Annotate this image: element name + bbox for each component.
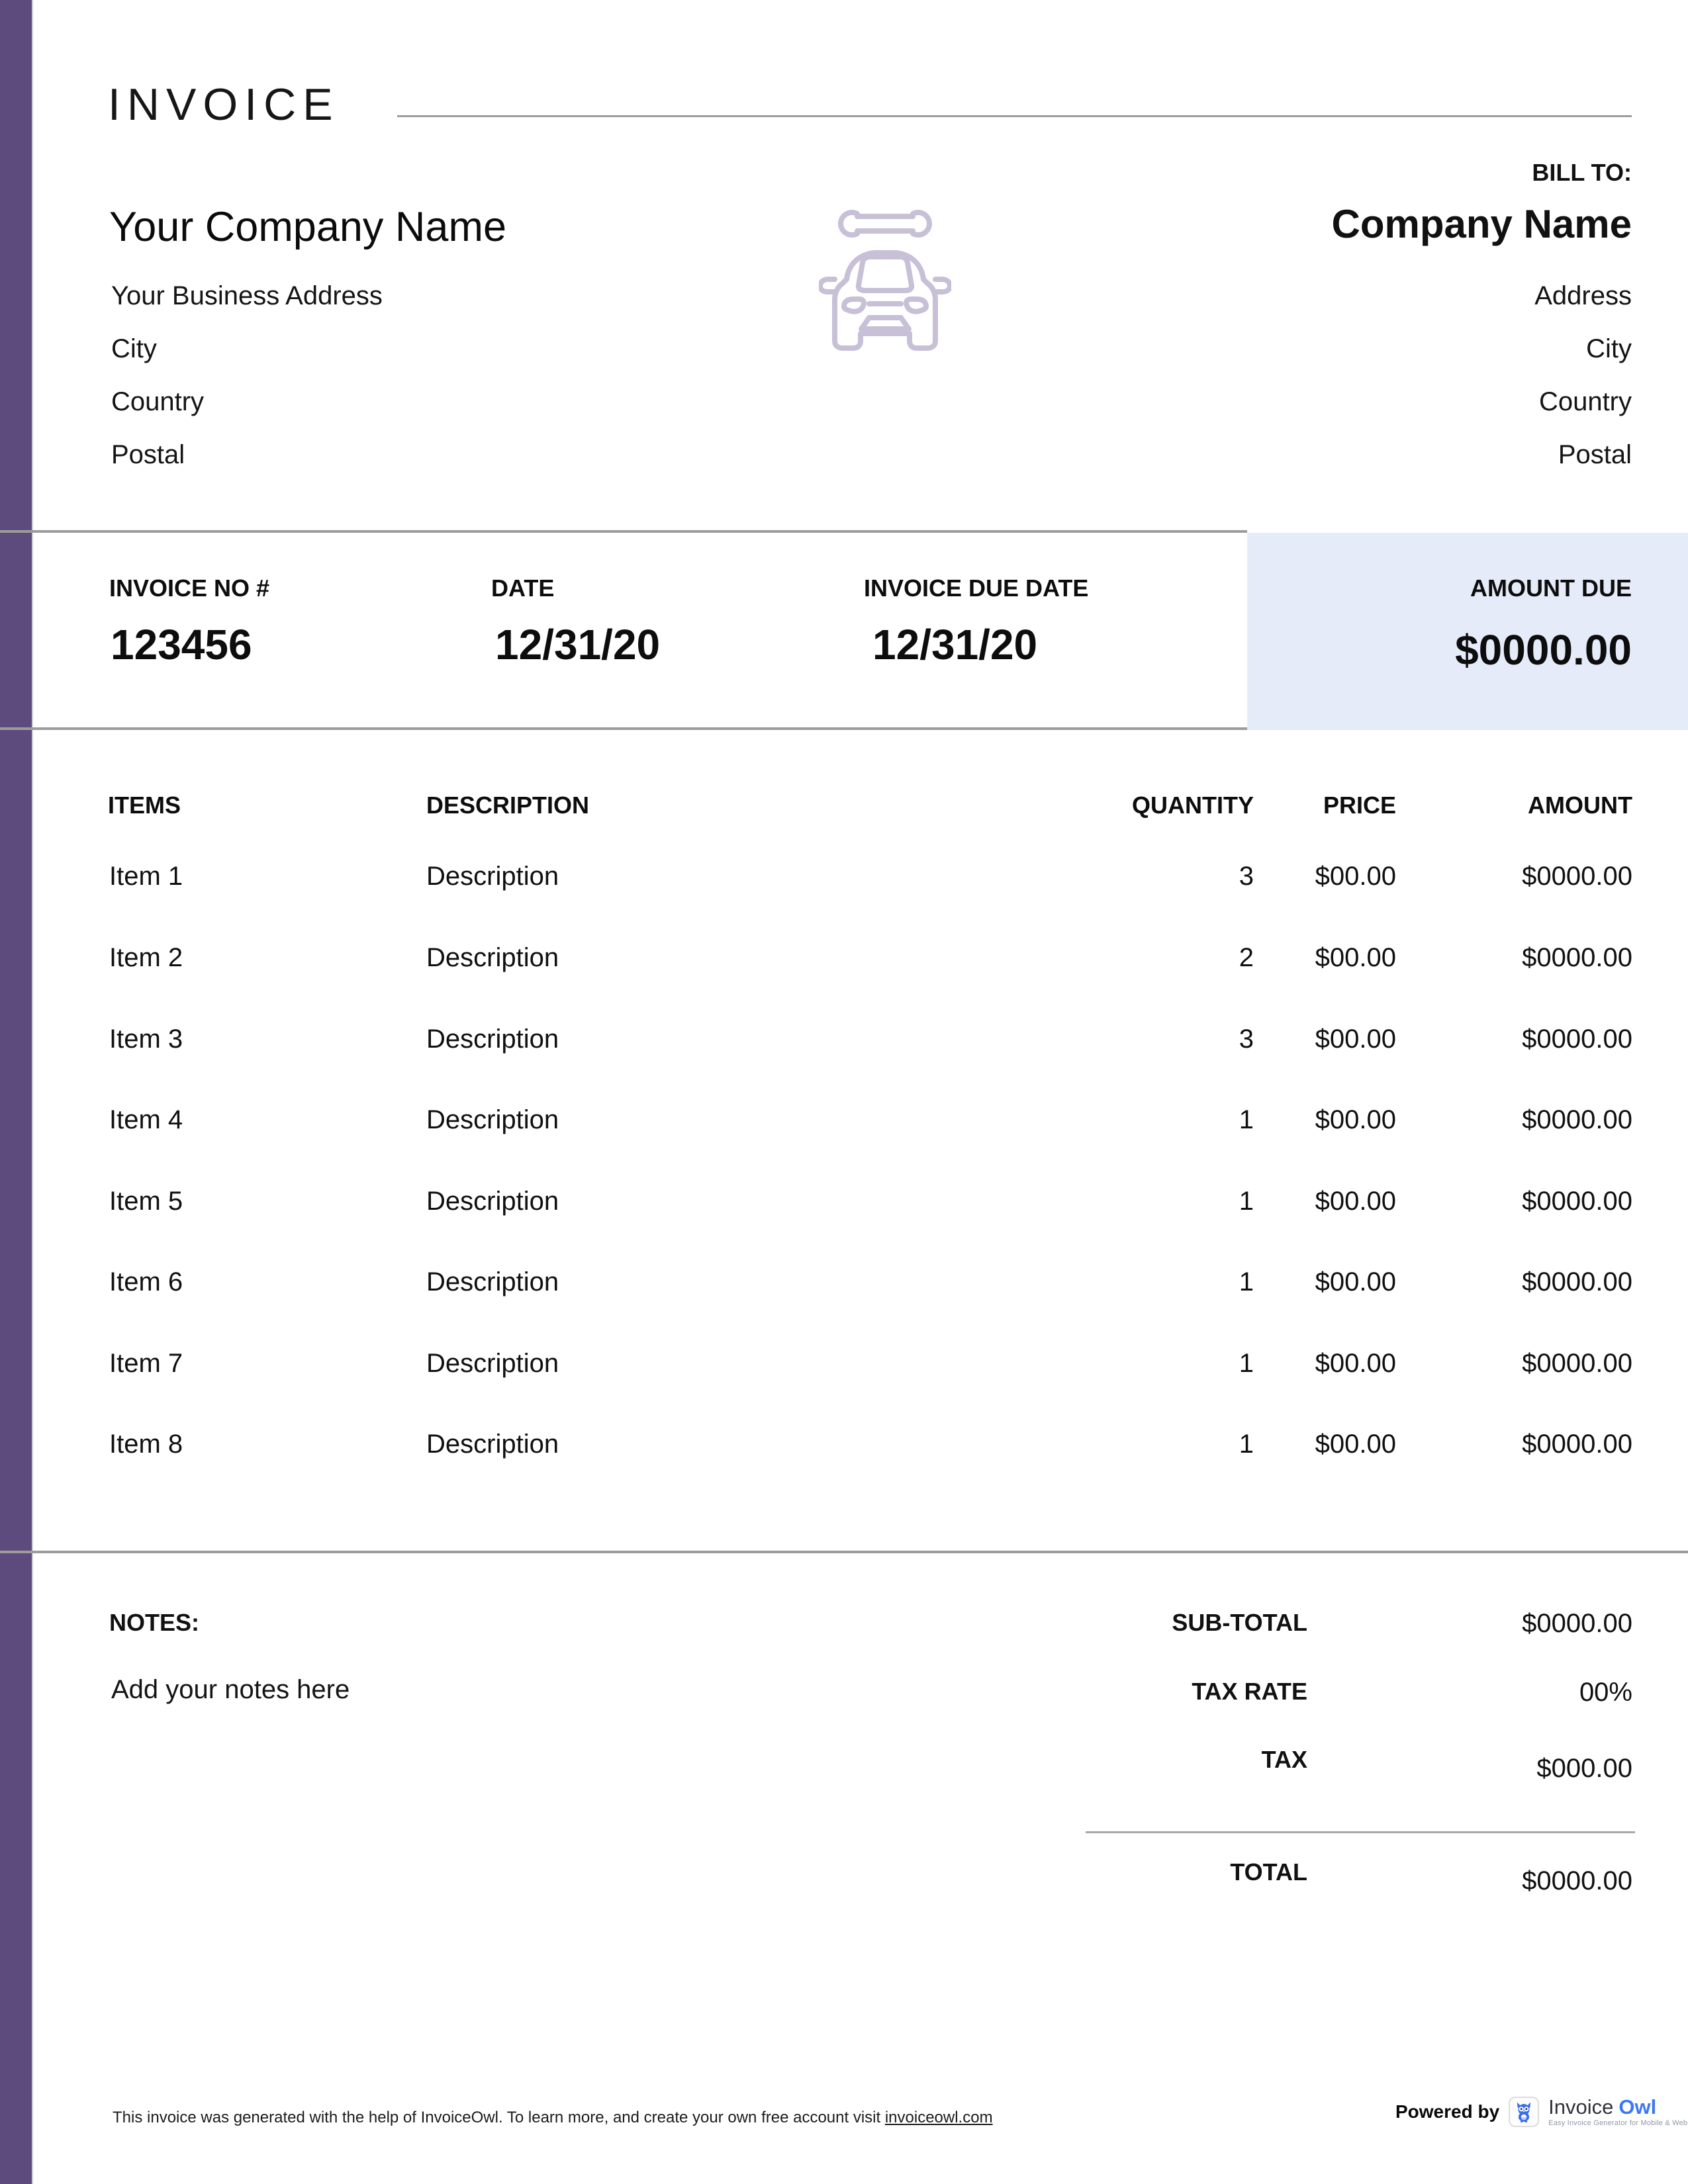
item-amount: $0000.00 [1522,1430,1632,1459]
subtotal-value: $0000.00 [1522,1610,1632,1637]
column-header-amount: AMOUNT [1528,794,1632,817]
tax-label: TAX [1262,1748,1307,1772]
item-price: $00.00 [1197,862,1396,891]
tax-rate-label: TAX RATE [1192,1680,1307,1704]
bill-to-label: BILL TO: [1532,161,1632,185]
item-price: $00.00 [1197,1187,1396,1216]
table-row: Item 4 Description 1 $00.00 $0000.00 [0,1105,1688,1134]
invoice-due-date-label: INVOICE DUE DATE [864,576,1088,600]
amount-due-label: AMOUNT DUE [1470,576,1632,600]
item-amount: $0000.00 [1522,943,1632,972]
table-row: Item 8 Description 1 $00.00 $0000.00 [0,1430,1688,1459]
tax-rate-value: 00% [1579,1679,1632,1706]
brand-invoice-text: Invoice [1548,2097,1613,2117]
tax-value: $000.00 [1536,1755,1632,1782]
invoice-number-value: 123456 [111,623,252,666]
page-title: INVOICE [108,82,340,127]
bill-to-postal: Postal [1534,428,1632,481]
invoiceowl-owl-icon [1513,2101,1535,2123]
subtotal-label: SUB-TOTAL [1172,1611,1307,1635]
invoice-page: INVOICE Your Company Name Your Business … [0,0,1688,2184]
item-amount: $0000.00 [1522,1267,1632,1297]
invoice-date-label: DATE [491,576,554,600]
column-header-description: DESCRIPTION [426,794,589,817]
bill-to-company-name: Company Name [1332,205,1632,244]
item-name: Item 1 [109,862,183,891]
invoiceowl-logo[interactable] [1509,2097,1539,2127]
item-price: $00.00 [1197,1267,1396,1297]
item-name: Item 8 [109,1430,183,1459]
item-description: Description [426,943,559,972]
powered-by-label: Powered by [1395,2101,1499,2122]
item-name: Item 3 [109,1024,183,1054]
notes-section-divider [0,1551,1688,1553]
item-description: Description [426,1024,559,1054]
powered-by-block: Powered by Invoice Owl [1395,2097,1687,2127]
bill-to-country: Country [1534,375,1632,428]
meta-strip-top-divider [0,530,1247,533]
table-row: Item 7 Description 1 $00.00 $0000.00 [0,1349,1688,1378]
bill-to-address-line: Address [1534,269,1632,322]
sender-company-name: Your Company Name [109,206,506,248]
car-with-wrench-icon [819,199,951,352]
item-description: Description [426,862,559,891]
item-amount: $0000.00 [1522,862,1632,891]
item-name: Item 6 [109,1267,183,1297]
sender-address-block: Your Business Address City Country Posta… [111,269,383,481]
total-label: TOTAL [1230,1860,1307,1884]
item-amount: $0000.00 [1522,1024,1632,1054]
item-price: $00.00 [1197,1024,1396,1054]
item-name: Item 7 [109,1349,183,1378]
sender-city: City [111,322,383,375]
invoice-due-date-value: 12/31/20 [872,623,1037,666]
item-description: Description [426,1430,559,1459]
item-price: $00.00 [1197,1105,1396,1134]
column-header-items: ITEMS [108,794,181,817]
invoiceowl-wordmark: Invoice Owl Easy Invoice Generator for M… [1548,2097,1687,2127]
table-row: Item 6 Description 1 $00.00 $0000.00 [0,1267,1688,1297]
item-description: Description [426,1349,559,1378]
notes-label: NOTES: [109,1611,199,1635]
invoice-date-value: 12/31/20 [495,623,660,666]
table-row: Item 1 Description 3 $00.00 $0000.00 [0,862,1688,891]
left-accent-bar [0,0,33,2184]
notes-text: Add your notes here [111,1676,350,1703]
item-price: $00.00 [1197,1349,1396,1378]
item-name: Item 4 [109,1105,183,1134]
table-row: Item 3 Description 3 $00.00 $0000.00 [0,1024,1688,1054]
item-price: $00.00 [1197,943,1396,972]
item-price: $00.00 [1197,1430,1396,1459]
brand-tagline: Easy Invoice Generator for Mobile & Web [1548,2120,1687,2127]
item-amount: $0000.00 [1522,1349,1632,1378]
total-value: $0000.00 [1522,1868,1632,1894]
invoice-number-label: INVOICE NO # [109,576,269,600]
bill-to-city: City [1534,322,1632,375]
column-header-price: PRICE [1197,794,1396,817]
item-amount: $0000.00 [1522,1105,1632,1134]
table-row: Item 2 Description 2 $00.00 $0000.00 [0,943,1688,972]
sender-country: Country [111,375,383,428]
bill-to-address-block: Address City Country Postal [1534,269,1632,481]
item-description: Description [426,1105,559,1134]
title-divider [397,115,1632,117]
item-description: Description [426,1187,559,1216]
footer-note: This invoice was generated with the help… [113,2109,993,2128]
total-divider [1086,1831,1635,1833]
brand-owl-text: Owl [1618,2097,1656,2117]
table-row: Item 5 Description 1 $00.00 $0000.00 [0,1187,1688,1216]
item-amount: $0000.00 [1522,1187,1632,1216]
sender-address-line: Your Business Address [111,269,383,322]
amount-due-value: $0000.00 [1455,629,1632,671]
footer-note-text: This invoice was generated with the help… [113,2109,885,2126]
sender-postal: Postal [111,428,383,481]
item-description: Description [426,1267,559,1297]
item-name: Item 2 [109,943,183,972]
item-name: Item 5 [109,1187,183,1216]
meta-strip-bottom-divider [0,727,1247,730]
invoiceowl-link[interactable]: invoiceowl.com [885,2109,993,2126]
